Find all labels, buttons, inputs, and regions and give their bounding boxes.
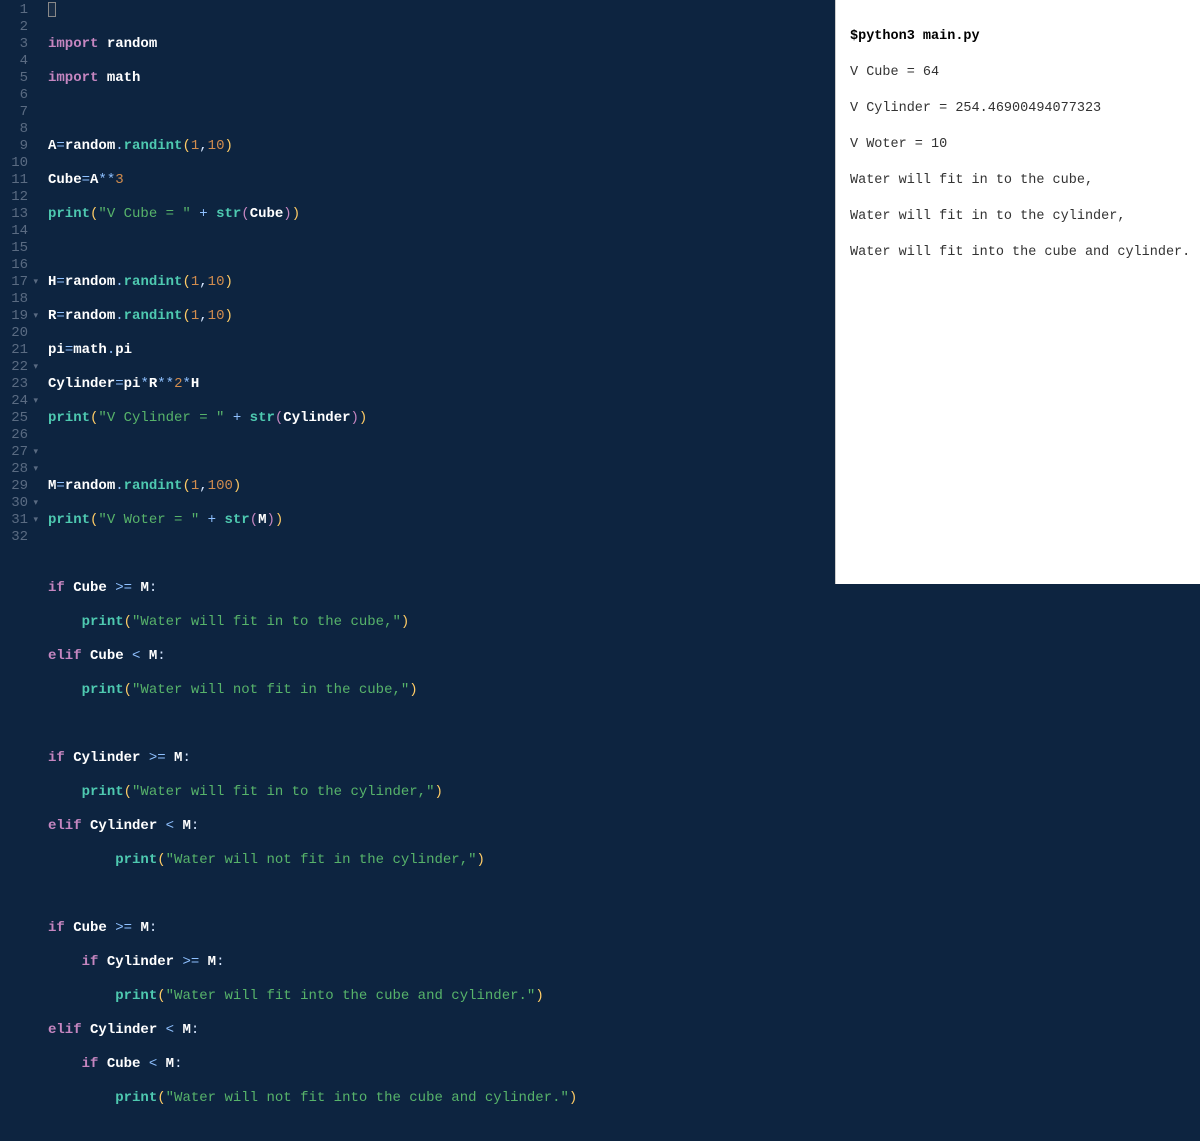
line-number: 1 xyxy=(0,2,28,19)
code-area[interactable]: import random import math A=random.randi… xyxy=(36,0,835,584)
line-number: 5 xyxy=(0,70,28,87)
line-number: 16 xyxy=(0,257,28,274)
terminal-output-pane[interactable]: $python3 main.py V Cube = 64 V Cylinder … xyxy=(835,0,1200,584)
line-number: 30▾ xyxy=(0,495,28,512)
line-number-gutter: 1234567891011121314151617▾1819▾202122▾23… xyxy=(0,0,36,584)
line-number: 29 xyxy=(0,478,28,495)
line-number: 7 xyxy=(0,104,28,121)
line-number: 6 xyxy=(0,87,28,104)
line-number: 9 xyxy=(0,138,28,155)
line-number: 3 xyxy=(0,36,28,53)
text-cursor xyxy=(48,2,56,17)
line-number: 19▾ xyxy=(0,308,28,325)
output-line: Water will fit in to the cube, xyxy=(850,172,1190,190)
line-number: 10 xyxy=(0,155,28,172)
line-number: 24▾ xyxy=(0,393,28,410)
line-number: 8 xyxy=(0,121,28,138)
output-line: V Woter = 10 xyxy=(850,136,1190,154)
output-line: V Cube = 64 xyxy=(850,64,1190,82)
line-number: 21 xyxy=(0,342,28,359)
line-number: 2 xyxy=(0,19,28,36)
output-line: Water will fit in to the cylinder, xyxy=(850,208,1190,226)
line-number: 25 xyxy=(0,410,28,427)
line-number: 14 xyxy=(0,223,28,240)
line-number: 28▾ xyxy=(0,461,28,478)
line-number: 22▾ xyxy=(0,359,28,376)
output-line: V Cylinder = 254.46900494077323 xyxy=(850,100,1190,118)
line-number: 15 xyxy=(0,240,28,257)
line-number: 13 xyxy=(0,206,28,223)
line-number: 18 xyxy=(0,291,28,308)
line-number: 32 xyxy=(0,529,28,546)
line-number: 26 xyxy=(0,427,28,444)
line-number: 27▾ xyxy=(0,444,28,461)
line-number: 11 xyxy=(0,172,28,189)
terminal-command: $python3 main.py xyxy=(850,28,1190,46)
code-editor-pane[interactable]: 1234567891011121314151617▾1819▾202122▾23… xyxy=(0,0,835,584)
line-number: 12 xyxy=(0,189,28,206)
line-number: 4 xyxy=(0,53,28,70)
output-line: Water will fit into the cube and cylinde… xyxy=(850,244,1190,262)
line-number: 20 xyxy=(0,325,28,342)
line-number: 31▾ xyxy=(0,512,28,529)
line-number: 23 xyxy=(0,376,28,393)
line-number: 17▾ xyxy=(0,274,28,291)
